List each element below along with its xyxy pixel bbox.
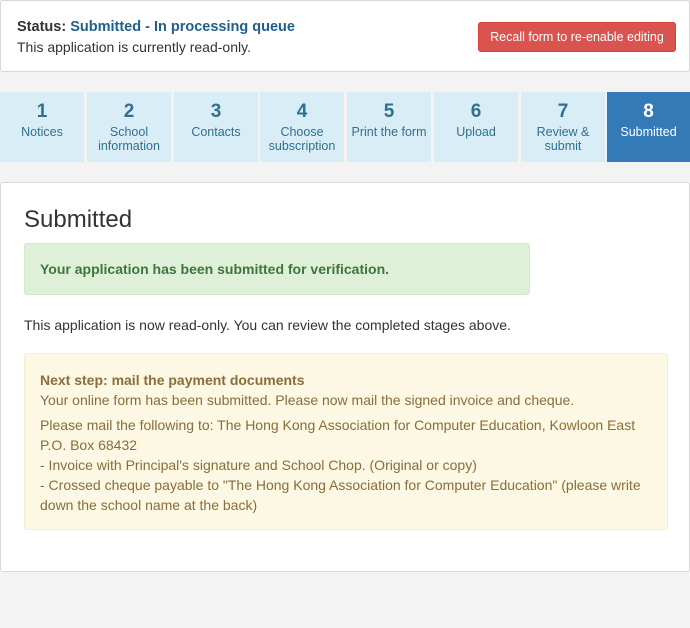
step-label: Submitted — [620, 125, 677, 139]
status-line: Status: Submitted - In processing queue — [17, 18, 295, 36]
status-bar: Status: Submitted - In processing queue … — [0, 0, 690, 72]
step-5-print-the-form[interactable]: 5 Print the form — [347, 92, 431, 162]
status-label: Status: — [17, 19, 67, 35]
next-step-heading: Next step: mail the payment documents — [40, 372, 305, 388]
next-step-alert: Next step: mail the payment documents Yo… — [24, 353, 668, 530]
step-number: 5 — [383, 101, 395, 122]
step-label: School information — [98, 125, 160, 153]
step-8-submitted[interactable]: 8 Submitted — [607, 92, 690, 162]
status-subtitle: This application is currently read-only. — [17, 39, 251, 55]
step-number: 2 — [123, 101, 135, 122]
step-label: Upload — [456, 125, 496, 139]
step-label: Choose subscription — [268, 125, 336, 153]
step-number: 8 — [643, 101, 654, 122]
step-1-notices[interactable]: 1 Notices — [0, 92, 84, 162]
step-3-contacts[interactable]: 3 Contacts — [174, 92, 258, 162]
mailing-address: Please mail the following to: The Hong K… — [40, 417, 636, 453]
recall-form-button[interactable]: Recall form to re-enable editing — [478, 22, 676, 52]
success-alert: Your application has been submitted for … — [24, 243, 530, 295]
step-4-choose-subscription[interactable]: 4 Choose subscription — [260, 92, 344, 162]
invoice-requirement: - Invoice with Principal's signature and… — [40, 457, 477, 473]
status-value: Submitted - In processing queue — [70, 19, 295, 35]
step-label: Print the form — [351, 125, 427, 139]
step-nav: 1 Notices 2 School information 3 Contact… — [0, 92, 690, 162]
next-step-line1: Your online form has been submitted. Ple… — [40, 392, 575, 408]
main-panel: Submitted Your application has been subm… — [0, 182, 690, 572]
step-number: 6 — [470, 101, 482, 122]
step-label: Review & submit — [536, 125, 590, 153]
readonly-note: This application is now read-only. You c… — [24, 317, 511, 333]
step-7-review-submit[interactable]: 7 Review & submit — [521, 92, 605, 162]
step-6-upload[interactable]: 6 Upload — [434, 92, 518, 162]
step-label: Contacts — [191, 125, 241, 139]
step-number: 1 — [36, 101, 48, 122]
step-number: 7 — [557, 101, 569, 122]
page-title: Submitted — [24, 206, 133, 233]
step-number: 3 — [210, 101, 222, 122]
cheque-requirement: - Crossed cheque payable to "The Hong Ko… — [40, 477, 641, 513]
step-number: 4 — [296, 101, 308, 122]
step-2-school-information[interactable]: 2 School information — [87, 92, 171, 162]
step-label: Notices — [21, 125, 63, 139]
